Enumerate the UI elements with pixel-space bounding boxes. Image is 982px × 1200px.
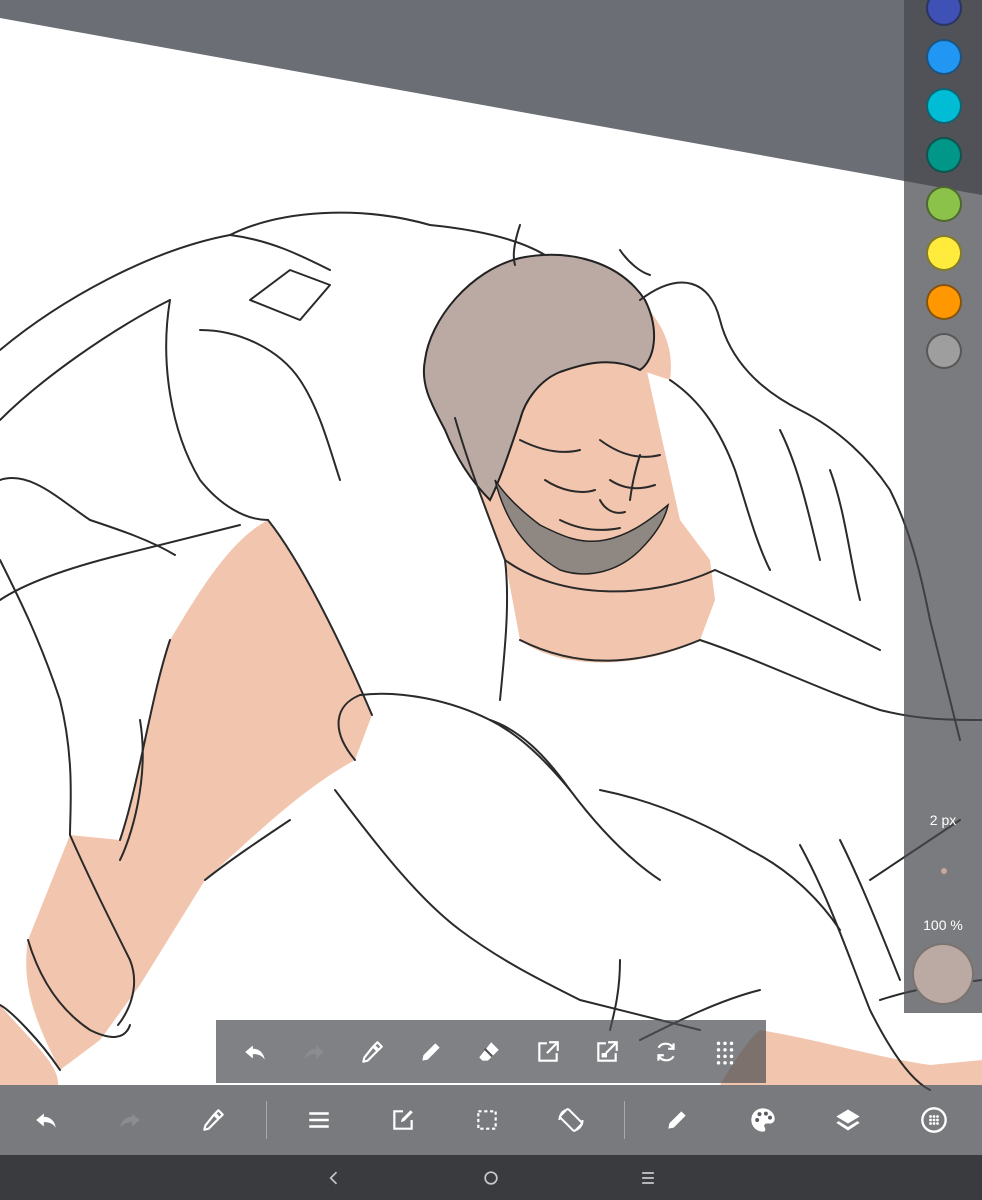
color-swatch[interactable]: [926, 0, 962, 26]
brush-size-preview: [941, 868, 947, 874]
eyedropper-icon: [362, 1041, 383, 1063]
menu-button[interactable]: [297, 1098, 341, 1142]
system-navigation-bar: [0, 1155, 982, 1200]
home-icon: [484, 1171, 498, 1185]
grid-dots-icon: [716, 1041, 734, 1065]
redo-button[interactable]: [294, 1032, 334, 1072]
quick-toolbar: [216, 1020, 766, 1083]
undo-icon: [36, 1113, 56, 1128]
eraser-button[interactable]: [469, 1032, 509, 1072]
selection-button[interactable]: [465, 1098, 509, 1142]
rotate-button[interactable]: [646, 1032, 686, 1072]
export-icon: [538, 1041, 559, 1062]
eyedropper-icon: [203, 1109, 224, 1131]
undo-button[interactable]: [24, 1098, 68, 1142]
sketch-artwork: [0, 0, 982, 1091]
main-toolbar: [0, 1085, 982, 1155]
menu-icon: [309, 1112, 329, 1128]
selection-icon: [477, 1110, 497, 1130]
redo-icon: [304, 1045, 324, 1060]
current-color-swatch[interactable]: [912, 943, 974, 1005]
palette-button[interactable]: [741, 1098, 785, 1142]
palette-icon: [751, 1108, 775, 1132]
color-swatch[interactable]: [926, 235, 962, 271]
brush-size-label[interactable]: 2 px: [904, 812, 982, 828]
pen-button[interactable]: [411, 1032, 451, 1072]
back-icon: [329, 1171, 338, 1185]
layers-button[interactable]: [826, 1098, 870, 1142]
home-button[interactable]: [471, 1163, 511, 1193]
color-swatch[interactable]: [926, 186, 962, 222]
edit-icon: [393, 1110, 413, 1130]
eraser-icon: [479, 1042, 499, 1061]
eyedropper-button[interactable]: [191, 1098, 235, 1142]
layers-icon: [836, 1109, 860, 1131]
rotate-icon: [657, 1042, 675, 1062]
color-swatch[interactable]: [926, 137, 962, 173]
undo-icon: [245, 1045, 265, 1060]
undo-button[interactable]: [235, 1032, 275, 1072]
color-swatch[interactable]: [926, 284, 962, 320]
opacity-label[interactable]: 100 %: [904, 917, 982, 933]
grid-settings-button[interactable]: [912, 1098, 956, 1142]
redo-icon: [120, 1113, 140, 1128]
edit-button[interactable]: [381, 1098, 425, 1142]
back-button[interactable]: [314, 1163, 354, 1193]
color-swatch[interactable]: [926, 333, 962, 369]
pen-button[interactable]: [655, 1098, 699, 1142]
grid-circle-icon: [921, 1107, 947, 1133]
drawing-canvas[interactable]: [0, 0, 982, 1155]
export-button[interactable]: [528, 1032, 568, 1072]
export-layer-button[interactable]: [587, 1032, 627, 1072]
toolbar-divider: [266, 1101, 267, 1139]
pen-icon: [422, 1043, 440, 1061]
recents-button[interactable]: [628, 1163, 668, 1193]
rotate-screen-icon: [558, 1108, 584, 1132]
recents-icon: [642, 1172, 654, 1184]
export-layer-icon: [597, 1041, 618, 1062]
redo-button[interactable]: [108, 1098, 152, 1142]
color-palette-panel: 2 px 100 %: [904, 0, 982, 1013]
color-swatch[interactable]: [926, 88, 962, 124]
grid-button[interactable]: [705, 1032, 745, 1072]
color-swatch[interactable]: [926, 39, 962, 75]
eyedropper-button[interactable]: [352, 1032, 392, 1072]
rotate-screen-button[interactable]: [549, 1098, 593, 1142]
toolbar-divider: [624, 1101, 625, 1139]
pen-icon: [668, 1111, 686, 1129]
